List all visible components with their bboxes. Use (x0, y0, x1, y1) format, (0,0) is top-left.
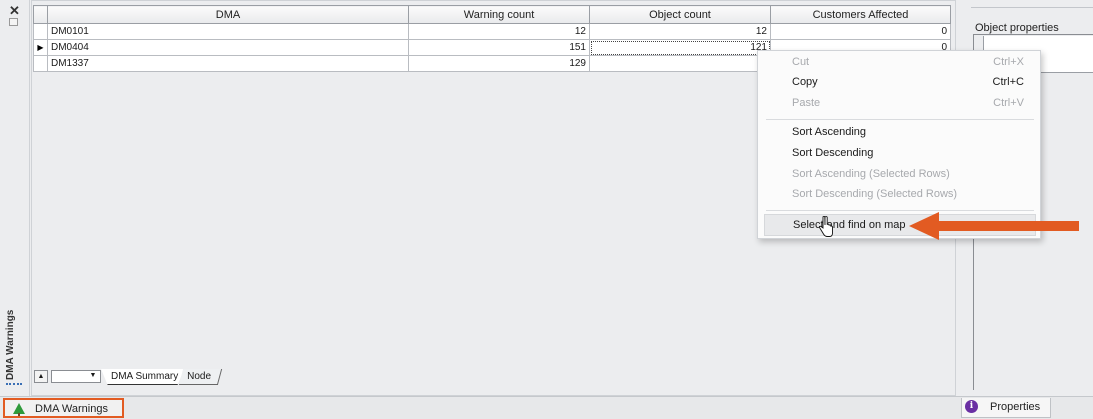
menu-item-sort-descending[interactable]: Sort Descending (764, 144, 1036, 164)
cell-object-count[interactable]: 12 (589, 23, 771, 40)
menu-item-label: Sort Ascending (Selected Rows) (792, 168, 950, 180)
table-row[interactable]: DM0101 12 12 0 (33, 23, 951, 40)
menu-item-sort-ascending-selected[interactable]: Sort Ascending (Selected Rows) (764, 165, 1036, 185)
menu-item-copy[interactable]: Copy Ctrl+C (764, 73, 1036, 93)
menu-item-cut[interactable]: Cut Ctrl+X (764, 53, 1036, 73)
info-icon: i (965, 400, 978, 413)
menu-item-label: Sort Descending (Selected Rows) (792, 188, 958, 200)
side-panel-strip: ✕ DMA Warnings (0, 0, 30, 396)
column-header-object-count[interactable]: Object count (589, 5, 771, 24)
cell-warning-count[interactable]: 129 (408, 55, 590, 72)
menu-item-label: Select and find on map (793, 219, 906, 231)
tree-icon (13, 403, 25, 416)
menu-item-shortcut: Ctrl+C (992, 76, 1024, 88)
cell-customers-affected[interactable]: 0 (770, 23, 951, 40)
menu-item-label: Sort Ascending (792, 126, 866, 138)
panel-grip-dots (6, 383, 22, 385)
status-bar: DMA Warnings i Properties (0, 396, 1093, 419)
grid-header-row: DMA Warning count Object count Customers… (33, 5, 951, 24)
close-icon[interactable]: ✕ (9, 3, 20, 19)
cell-dma[interactable]: DM0101 (47, 23, 409, 40)
cell-dma[interactable]: DM0404 (47, 39, 409, 56)
mouse-cursor-icon (818, 216, 833, 237)
menu-item-shortcut: Ctrl+V (993, 97, 1024, 109)
menu-item-label: Cut (792, 56, 810, 68)
menu-item-label: Sort Descending (792, 147, 874, 159)
tab-dma-summary[interactable]: DMA Summary (101, 369, 185, 385)
cell-warning-count[interactable]: 12 (408, 23, 590, 40)
arrow-icon (909, 212, 1079, 240)
menu-item-paste[interactable]: Paste Ctrl+V (764, 94, 1036, 114)
menu-item-label: Paste (792, 97, 821, 109)
menu-item-shortcut: Ctrl+X (993, 56, 1024, 68)
cell-warning-count[interactable]: 151 (408, 39, 590, 56)
cell-object-count[interactable]: 11 (589, 55, 771, 72)
tab-node-label: Node (187, 371, 212, 382)
menu-item-sort-ascending[interactable]: Sort Ascending (764, 123, 1036, 143)
row-selector-header[interactable] (33, 5, 48, 24)
row-selector[interactable] (33, 23, 48, 40)
tab-scroll-up-icon[interactable]: ▲ (34, 370, 48, 383)
menu-item-sort-descending-selected[interactable]: Sort Descending (Selected Rows) (764, 185, 1036, 205)
column-header-warning-count[interactable]: Warning count (408, 5, 590, 24)
column-header-customers-affected[interactable]: Customers Affected (770, 5, 951, 24)
properties-tab[interactable]: i Properties (961, 398, 1051, 418)
tab-node[interactable]: Node (178, 369, 223, 385)
cell-object-count[interactable]: 121 (589, 39, 771, 56)
tab-scroll-down-icon[interactable]: ▼ (86, 370, 100, 383)
column-header-dma[interactable]: DMA (47, 5, 409, 24)
panel-vertical-title[interactable]: DMA Warnings (5, 300, 25, 380)
sheet-tab-strip: ▲ ▼ DMA Summary Node (34, 368, 274, 386)
dma-warnings-tab-button[interactable]: DMA Warnings (3, 398, 124, 418)
menu-item-label: Copy (792, 76, 818, 88)
row-selector[interactable] (33, 55, 48, 72)
object-properties-label: Object properties (975, 22, 1059, 34)
panel-divider (971, 7, 1093, 8)
properties-tab-label: Properties (990, 401, 1041, 413)
pin-icon[interactable] (9, 18, 18, 26)
menu-separator (766, 119, 1034, 120)
cell-dma[interactable]: DM1337 (47, 55, 409, 72)
dma-warnings-tab-label: DMA Warnings (35, 403, 108, 415)
current-row-marker[interactable]: ▶ (33, 39, 48, 56)
